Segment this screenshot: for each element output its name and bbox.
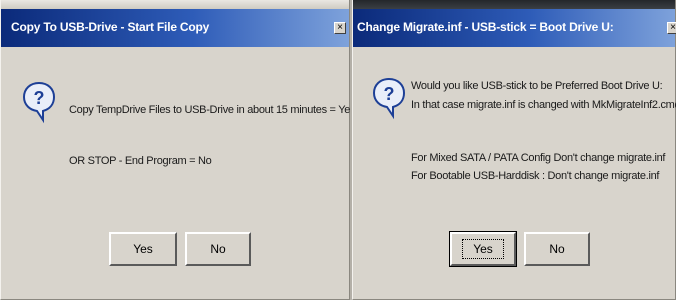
message-line-2: In that case migrate.inf is changed with…	[411, 99, 676, 111]
message-line-1: Would you like USB-stick to be Preferred…	[411, 80, 663, 92]
copy-to-usb-dialog: Copy To USB-Drive - Start File Copy × ? …	[0, 0, 356, 300]
question-icon: ?	[22, 81, 56, 124]
close-button[interactable]: ×	[667, 22, 676, 34]
svg-text:?: ?	[34, 88, 45, 108]
message-line-4: For Bootable USB-Harddisk : Don't change…	[411, 170, 660, 182]
change-migrate-dialog: Change Migrate.inf - USB-stick = Boot Dr…	[352, 0, 676, 300]
window-top-strip	[1, 0, 349, 9]
window-top-strip	[353, 0, 675, 9]
title-bar[interactable]: Change Migrate.inf - USB-stick = Boot Dr…	[353, 9, 676, 47]
question-icon: ?	[372, 77, 406, 120]
no-button[interactable]: No	[524, 232, 590, 266]
close-icon: ×	[670, 22, 676, 33]
title-bar[interactable]: Copy To USB-Drive - Start File Copy ×	[1, 9, 349, 47]
no-button-label: No	[549, 242, 565, 256]
svg-text:?: ?	[384, 84, 395, 104]
message-line-2: OR STOP - End Program = No	[69, 155, 212, 167]
yes-button-label: Yes	[462, 239, 504, 259]
message-line-3: For Mixed SATA / PATA Config Don't chang…	[411, 152, 666, 164]
yes-button[interactable]: Yes	[109, 232, 177, 266]
yes-button-label: Yes	[133, 242, 153, 256]
yes-button[interactable]: Yes	[449, 231, 517, 267]
message-line-1: Copy TempDrive Files to USB-Drive in abo…	[69, 104, 356, 116]
close-icon: ×	[337, 22, 343, 33]
no-button-label: No	[210, 242, 226, 256]
close-button[interactable]: ×	[334, 22, 346, 34]
dialog-title: Change Migrate.inf - USB-stick = Boot Dr…	[357, 20, 614, 34]
dialog-title: Copy To USB-Drive - Start File Copy	[11, 20, 210, 34]
no-button[interactable]: No	[185, 232, 251, 266]
